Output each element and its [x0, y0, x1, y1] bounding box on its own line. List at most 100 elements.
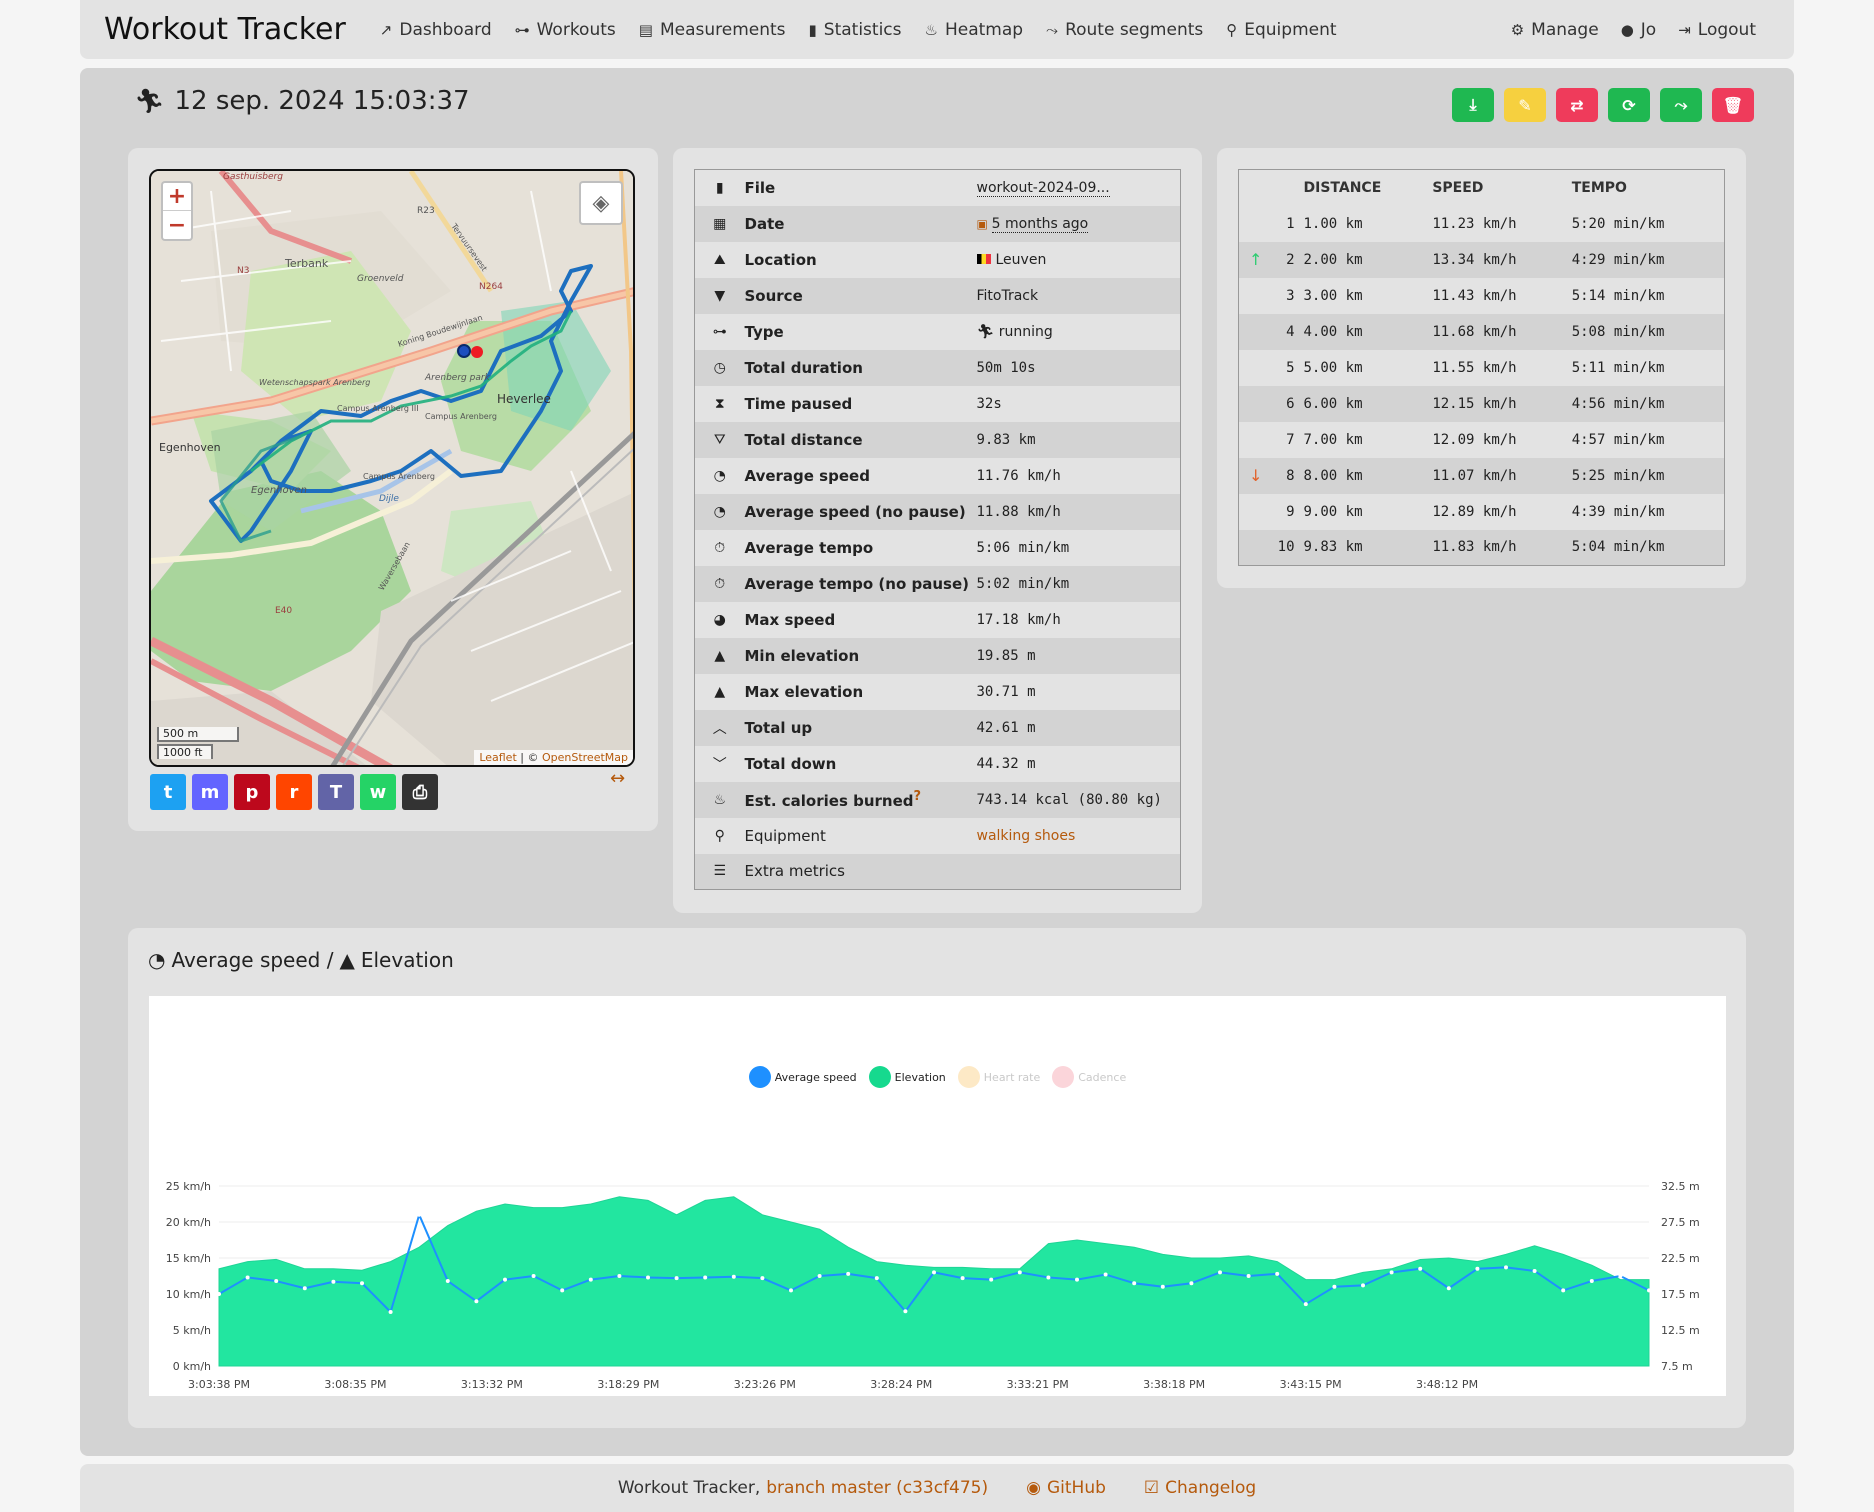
- nav-heatmap[interactable]: ♨ Heatmap: [925, 20, 1024, 40]
- download-icon: ⤓: [1469, 95, 1477, 114]
- lap-tempo: 4:29 min/km: [1571, 251, 1665, 268]
- y-right-tick: 27.5 m: [1661, 1216, 1700, 1229]
- osm-link[interactable]: OpenStreetMap: [542, 751, 628, 764]
- x-tick: 3:48:12 PM: [1416, 1378, 1478, 1391]
- repeat-button[interactable]: ⇄: [1556, 88, 1598, 122]
- zoom-out-button[interactable]: −: [163, 211, 191, 239]
- speed-point: [474, 1299, 479, 1304]
- lap-trend-icon: [1239, 314, 1273, 350]
- nav-logout[interactable]: ⇥ Logout: [1678, 20, 1756, 40]
- lap-distance: 8.00 km: [1303, 467, 1363, 484]
- stopwatch-icon: ⏱: [714, 539, 726, 556]
- route-segment-button[interactable]: ⤳: [1660, 88, 1702, 122]
- share-buttons: t m p r T w ⎙: [150, 774, 444, 810]
- twitter-icon: t: [163, 781, 173, 803]
- nav-statistics[interactable]: ▮ Statistics: [809, 20, 902, 40]
- nav-user[interactable]: ● Jo: [1621, 20, 1657, 40]
- branch-link[interactable]: branch master (c33cf475): [766, 1478, 988, 1498]
- nav-measurements[interactable]: ▤ Measurements: [639, 20, 786, 40]
- detail-row-extra-metrics[interactable]: ☰ Extra metrics: [694, 853, 1181, 890]
- lap-distance: 5.00 km: [1303, 359, 1363, 376]
- col-tempo[interactable]: TEMPO: [1571, 170, 1725, 206]
- leaflet-link[interactable]: Leaflet: [479, 751, 516, 764]
- map-card: Gasthuisberg Terbank Groenveld N3 R23 N2…: [128, 148, 658, 831]
- x-tick: 3:08:35 PM: [324, 1378, 386, 1391]
- print-button[interactable]: ⎙: [402, 774, 438, 810]
- y-right-tick: 17.5 m: [1661, 1288, 1700, 1301]
- route-map[interactable]: Gasthuisberg Terbank Groenveld N3 R23 N2…: [149, 169, 635, 767]
- x-tick: 3:13:32 PM: [461, 1378, 523, 1391]
- zoom-in-button[interactable]: +: [163, 183, 191, 211]
- lap-tempo: 4:57 min/km: [1571, 431, 1665, 448]
- speed-elevation-chart[interactable]: Average speed Elevation Heart rate Caden…: [149, 996, 1726, 1396]
- delete-button[interactable]: 🗑︎: [1712, 88, 1754, 122]
- svg-text:Groenveld: Groenveld: [357, 274, 404, 284]
- speed-point: [846, 1271, 851, 1276]
- col-distance[interactable]: DISTANCE: [1303, 170, 1432, 206]
- stopwatch-icon: ⏱: [714, 575, 726, 592]
- share-mastodon-button[interactable]: m: [192, 774, 228, 810]
- nav-workouts[interactable]: ⊶ Workouts: [515, 20, 616, 40]
- mountain-icon: ▲: [714, 647, 726, 664]
- speed-point: [1103, 1272, 1108, 1277]
- svg-text:Arenberg park: Arenberg park: [424, 373, 491, 383]
- date-value[interactable]: 5 months ago: [991, 215, 1089, 233]
- speedometer-icon: ◔: [713, 467, 726, 484]
- speed-point: [1618, 1274, 1623, 1278]
- bicycle-icon: ⚲: [714, 827, 725, 844]
- layers-button[interactable]: ◈: [579, 181, 623, 225]
- nav-equipment[interactable]: ⚲ Equipment: [1226, 20, 1336, 40]
- x-tick: 3:23:26 PM: [734, 1378, 796, 1391]
- workout-actions: ⤓ ✎ ⇄ ⟳ ⤳ 🗑︎: [1442, 88, 1754, 122]
- download-button[interactable]: ⤓: [1452, 88, 1494, 122]
- layers-icon: ◈: [592, 190, 610, 216]
- speed-point: [874, 1276, 879, 1281]
- mastodon-icon: m: [200, 781, 220, 803]
- share-reddit-button[interactable]: r: [276, 774, 312, 810]
- expand-map-button[interactable]: ↔: [610, 768, 625, 789]
- app-brand[interactable]: Workout Tracker: [104, 12, 346, 47]
- lap-distance: 3.00 km: [1303, 287, 1363, 304]
- lap-distance: 4.00 km: [1303, 323, 1363, 340]
- lap-speed: 12.15 km/h: [1432, 395, 1517, 412]
- lap-distance: 1.00 km: [1303, 215, 1363, 232]
- speed-point: [703, 1275, 708, 1280]
- lap-tempo: 5:11 min/km: [1571, 359, 1665, 376]
- lap-row: ↑ 2 2.00 km 13.34 km/h 4:29 min/km: [1238, 241, 1725, 278]
- speedometer-icon: ◔: [713, 503, 726, 520]
- lap-trend-icon: [1239, 530, 1273, 566]
- nav-route-segments[interactable]: ⤳ Route segments: [1046, 20, 1203, 40]
- nav-dashboard[interactable]: ↗ Dashboard: [380, 20, 492, 40]
- x-tick: 3:33:21 PM: [1007, 1378, 1069, 1391]
- x-tick: 3:43:15 PM: [1280, 1378, 1342, 1391]
- github-link[interactable]: GitHub: [1047, 1478, 1106, 1498]
- speed-point: [588, 1277, 593, 1282]
- edit-button[interactable]: ✎: [1504, 88, 1546, 122]
- y-left-tick: 10 km/h: [166, 1288, 211, 1301]
- col-speed[interactable]: SPEED: [1431, 170, 1570, 206]
- detail-row-max-elevation: ▲ Max elevation 30.71 m: [695, 674, 1181, 710]
- speed-point: [560, 1288, 565, 1293]
- svg-text:Terbank: Terbank: [284, 257, 329, 270]
- nav-manage[interactable]: ⚙ Manage: [1511, 20, 1599, 40]
- speed-point: [989, 1277, 994, 1282]
- refresh-button[interactable]: ⟳: [1608, 88, 1650, 122]
- y-left-tick: 5 km/h: [173, 1324, 211, 1337]
- map-scale: 500 m 1000 ft: [157, 725, 239, 759]
- share-whatsapp-button[interactable]: w: [360, 774, 396, 810]
- speed-point: [1389, 1270, 1394, 1275]
- speed-point: [817, 1274, 822, 1278]
- clock-icon: ◷: [713, 359, 726, 376]
- speed-point: [1418, 1266, 1423, 1271]
- share-pinterest-button[interactable]: p: [234, 774, 270, 810]
- lap-distance: 2.00 km: [1303, 251, 1363, 268]
- share-twitter-button[interactable]: t: [150, 774, 186, 810]
- lap-trend-icon: [1239, 422, 1273, 458]
- equipment-link[interactable]: walking shoes: [977, 828, 1076, 844]
- speed-point: [1132, 1281, 1137, 1286]
- share-teams-button[interactable]: T: [318, 774, 354, 810]
- changelog-link[interactable]: Changelog: [1165, 1478, 1256, 1498]
- help-tooltip[interactable]: ?: [914, 789, 922, 804]
- file-value[interactable]: workout-2024-09...: [976, 179, 1110, 197]
- detail-row-average-tempo-no-pause: ⏱ Average tempo (no pause) 5:02 min/km: [694, 565, 1181, 602]
